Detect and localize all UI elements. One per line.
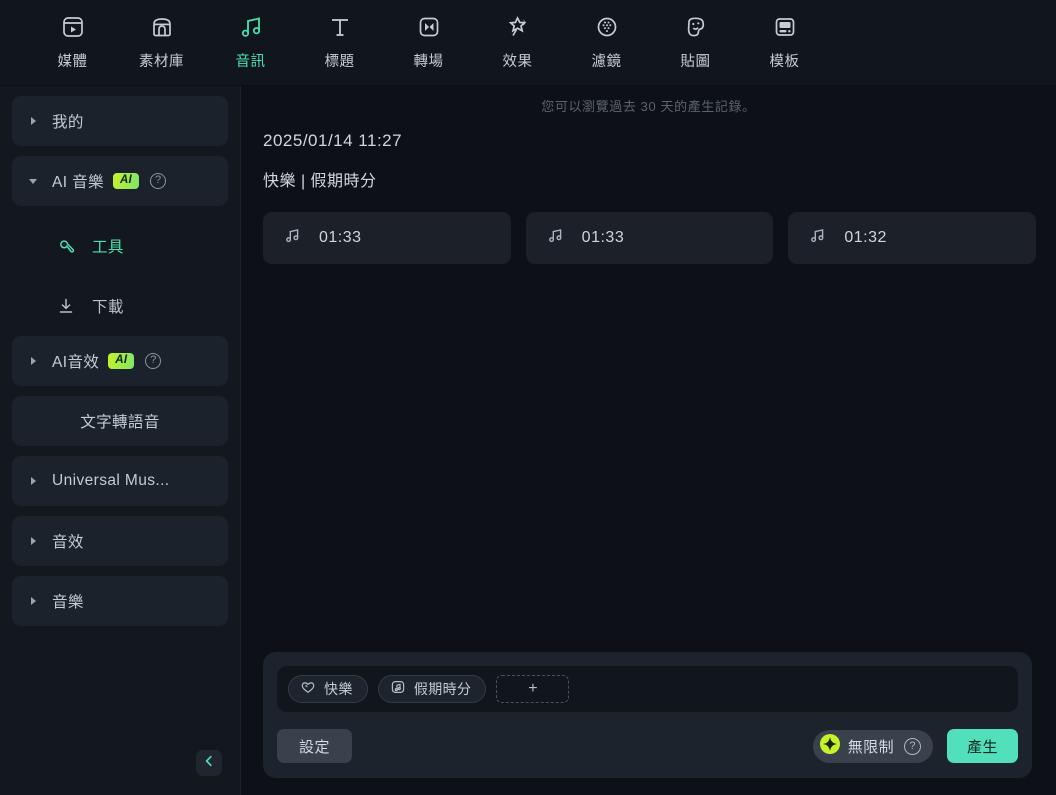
body-area: 我的 AI 音樂 AI ? 工具 下載 AI音效 AI ? 文字轉語音 Univ… — [0, 86, 1056, 795]
music-note-icon — [808, 226, 827, 250]
sidebar-item-label: 下載 — [92, 299, 124, 316]
sidebar-item-music[interactable]: 音樂 — [12, 576, 228, 626]
audio-duration: 01:33 — [581, 229, 625, 246]
download-icon — [56, 296, 76, 316]
music-box-icon — [390, 679, 406, 700]
generate-button[interactable]: 產生 — [946, 729, 1018, 763]
sidebar-item-mine[interactable]: 我的 — [12, 96, 228, 146]
chevron-right-icon — [26, 354, 40, 368]
music-note-icon — [546, 226, 565, 250]
toolbar-label: 媒體 — [57, 54, 88, 70]
sidebar-item-ai-music[interactable]: AI 音樂 AI ? — [12, 156, 228, 206]
sidebar-item-label: 文字轉語音 — [80, 414, 160, 431]
help-icon[interactable]: ? — [145, 353, 162, 369]
result-card-list: 01:33 01:33 01:32 — [263, 212, 1037, 264]
chevron-right-icon — [26, 594, 40, 608]
sidebar-item-label: 音樂 — [52, 594, 84, 611]
toolbar-label: 素材庫 — [139, 54, 184, 70]
chevron-right-icon — [26, 114, 40, 128]
mood-heart-icon — [300, 679, 316, 700]
main-content: 您可以瀏覽過去 30 天的產生記錄。 2025/01/14 11:27 快樂 |… — [241, 86, 1056, 795]
transition-icon — [412, 10, 446, 44]
audio-result-card[interactable]: 01:33 — [525, 212, 774, 264]
wrench-icon — [56, 236, 76, 256]
toolbar-label: 音訊 — [235, 54, 266, 70]
template-icon — [768, 10, 802, 44]
audio-result-card[interactable]: 01:32 — [788, 212, 1037, 264]
toolbar-label: 轉場 — [413, 54, 444, 70]
ai-badge: AI — [112, 172, 140, 190]
filter-icon — [590, 10, 624, 44]
audio-duration: 01:32 — [844, 229, 887, 246]
text-title-icon — [323, 10, 357, 44]
toolbar-item-sticker[interactable]: 貼圖 — [651, 0, 740, 71]
sticker-icon — [679, 10, 713, 44]
toolbar-label: 效果 — [502, 54, 533, 70]
toolbar-item-template[interactable]: 模板 — [740, 0, 829, 71]
chevron-left-icon — [202, 754, 216, 773]
toolbar-label: 濾鏡 — [591, 54, 622, 70]
sidebar-item-label: 音效 — [52, 534, 84, 551]
toolbar-item-audio[interactable]: 音訊 — [206, 0, 295, 71]
prompt-tag-theme[interactable]: 假期時分 — [377, 675, 487, 703]
prompt-tag-label: 快樂 — [324, 681, 353, 697]
toolbar-label: 貼圖 — [680, 54, 711, 70]
help-icon[interactable]: ? — [150, 173, 167, 189]
ai-badge: AI — [108, 352, 135, 370]
diamond-spark-icon — [819, 733, 841, 760]
settings-button[interactable]: 設定 — [277, 729, 353, 763]
prompt-panel: 快樂 假期時分 + 設定 無限制 ? 產生 — [263, 652, 1032, 778]
sidebar-item-label: AI音效 — [52, 354, 100, 371]
prompt-tag-strip[interactable]: 快樂 假期時分 + — [277, 666, 1018, 712]
sidebar-item-label: AI 音樂 — [52, 174, 104, 191]
result-title: 快樂 | 假期時分 — [263, 173, 377, 190]
sidebar-collapse-button[interactable] — [196, 750, 222, 776]
sidebar-item-label: Universal Mus... — [52, 472, 170, 489]
sidebar-item-downloads[interactable]: 下載 — [12, 276, 228, 336]
add-tag-button[interactable]: + — [496, 675, 570, 703]
toolbar-item-store[interactable]: 素材庫 — [117, 0, 206, 71]
toolbar-item-filter[interactable]: 濾鏡 — [562, 0, 651, 71]
prompt-tag-mood[interactable]: 快樂 — [288, 675, 368, 703]
prompt-tag-label: 假期時分 — [413, 681, 472, 697]
generation-results: 2025/01/14 11:27 快樂 | 假期時分 01:33 01:33 0… — [241, 115, 1056, 264]
sidebar-item-tools[interactable]: 工具 — [12, 216, 228, 276]
result-timestamp: 2025/01/14 11:27 — [263, 131, 403, 150]
sidebar-item-sound-effects[interactable]: 音效 — [12, 516, 228, 566]
credits-label: 無限制 — [847, 738, 894, 756]
toolbar-item-media[interactable]: 媒體 — [28, 0, 117, 71]
audio-duration: 01:33 — [319, 229, 362, 246]
chevron-right-icon — [26, 474, 40, 488]
toolbar-item-transition[interactable]: 轉場 — [384, 0, 473, 71]
sidebar-item-label: 我的 — [52, 114, 84, 131]
toolbar-label: 標題 — [324, 54, 355, 70]
prompt-action-row: 設定 無限制 ? 產生 — [277, 729, 1018, 763]
chevron-down-icon — [26, 174, 40, 188]
help-icon[interactable]: ? — [903, 737, 921, 755]
toolbar-item-effect[interactable]: 效果 — [473, 0, 562, 71]
media-icon — [56, 10, 90, 44]
sidebar-item-ai-sfx[interactable]: AI音效 AI ? — [12, 336, 228, 386]
effect-wand-icon — [501, 10, 535, 44]
sidebar-item-universal-music[interactable]: Universal Mus... — [12, 456, 228, 506]
history-hint: 您可以瀏覽過去 30 天的產生記錄。 — [541, 99, 756, 114]
music-note-icon — [234, 10, 268, 44]
audio-result-card[interactable]: 01:33 — [263, 212, 511, 264]
top-toolbar: 媒體 素材庫 音訊 標題 轉場 效果 濾鏡 貼圖 模板 — [0, 0, 1056, 86]
sidebar: 我的 AI 音樂 AI ? 工具 下載 AI音效 AI ? 文字轉語音 Univ… — [0, 86, 241, 795]
store-icon — [145, 10, 179, 44]
toolbar-label: 模板 — [769, 54, 800, 70]
audio-panel-app: 媒體 素材庫 音訊 標題 轉場 效果 濾鏡 貼圖 模板 我的 AI 音樂 AI … — [0, 0, 1056, 795]
sidebar-item-text-to-speech[interactable]: 文字轉語音 — [12, 396, 228, 446]
sidebar-item-label: 工具 — [92, 239, 124, 256]
credits-badge[interactable]: 無限制 ? — [812, 729, 933, 763]
chevron-right-icon — [26, 534, 40, 548]
music-note-icon — [283, 226, 302, 250]
toolbar-item-title[interactable]: 標題 — [295, 0, 384, 71]
